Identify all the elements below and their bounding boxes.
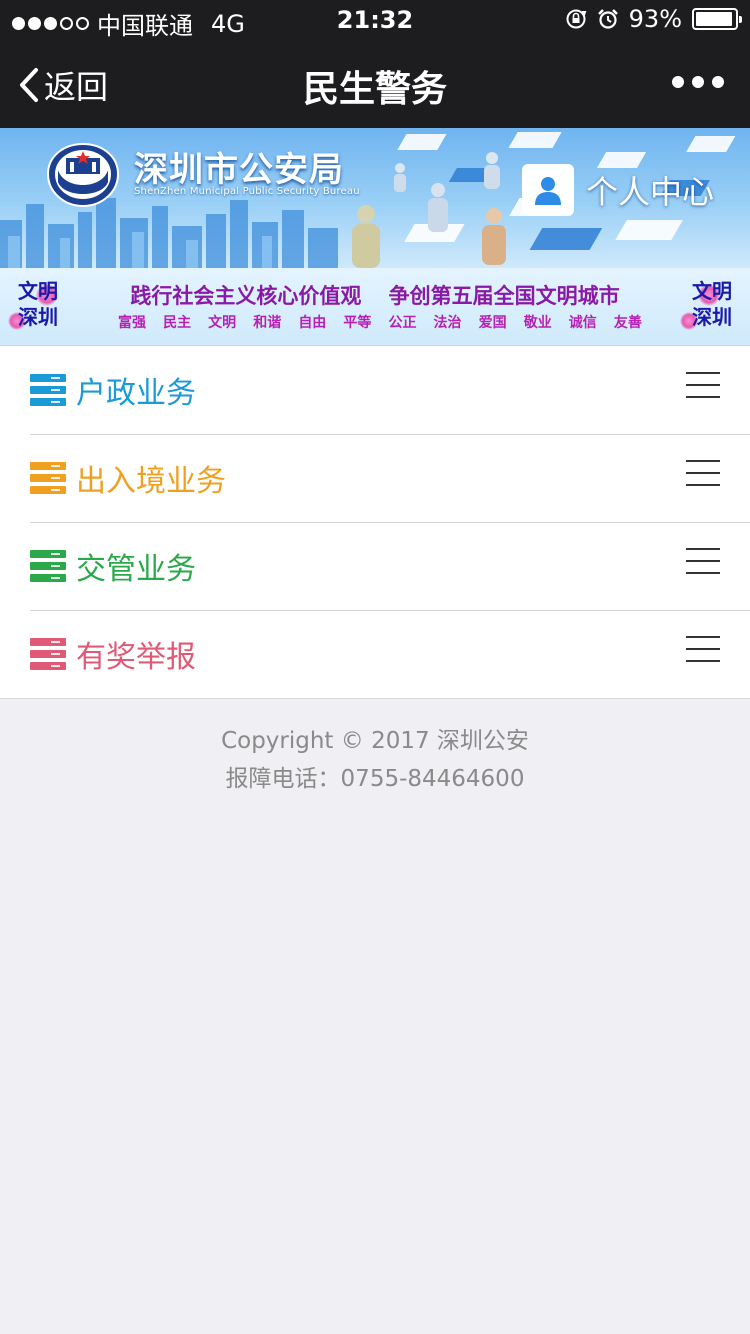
core-value: 法治: [433, 315, 462, 331]
menu-item-label: 户政业务: [76, 376, 196, 411]
slogan-main-left: 践行社会主义核心价值观: [130, 284, 362, 308]
menu-item-label: 交管业务: [76, 552, 196, 587]
slogan-banner: 文明 深圳 践行社会主义核心价值观 争创第五届全国文明城市 富强 民主 文明 和…: [0, 268, 750, 346]
core-value: 文明: [208, 315, 237, 331]
page-title: 民生警务: [302, 69, 447, 110]
user-center-label: 个人中心: [586, 173, 715, 211]
core-value: 诚信: [568, 315, 597, 331]
hamburger-menu-icon[interactable]: [686, 636, 720, 662]
hamburger-menu-icon[interactable]: [686, 548, 720, 574]
battery-icon: [692, 8, 742, 30]
battery-percent: 93%: [628, 5, 682, 33]
menu-item-label: 有奖举报: [76, 640, 196, 675]
core-value: 爱国: [478, 315, 507, 331]
menu-item-household[interactable]: 户政业务: [0, 346, 750, 434]
civilized-shenzhen-badge: 文明 深圳: [680, 278, 740, 336]
slogan-main-right: 争创第五届全国文明城市: [388, 284, 620, 308]
menu-item-report[interactable]: 有奖举报: [0, 610, 750, 698]
core-value: 富强: [118, 315, 146, 331]
police-badge-logo: [46, 142, 120, 208]
stack-icon: [30, 462, 66, 494]
nav-bar: 返回 民生警务: [0, 40, 750, 128]
slogan-main: 践行社会主义核心价值观 争创第五届全国文明城市: [0, 280, 750, 310]
header-banner: 深圳市公安局 ShenZhen Municipal Public Securit…: [0, 128, 750, 268]
org-name: 深圳市公安局: [134, 150, 344, 190]
support-phone[interactable]: 报障电话：0755-84464600: [0, 760, 750, 798]
core-value: 和谐: [253, 315, 282, 331]
stack-icon: [30, 550, 66, 582]
core-value: 友善: [613, 315, 642, 331]
more-options-icon[interactable]: [672, 76, 724, 88]
menu-item-exit-entry[interactable]: 出入境业务: [0, 434, 750, 522]
menu-item-traffic[interactable]: 交管业务: [0, 522, 750, 610]
core-value: 民主: [163, 315, 192, 331]
status-bar: 中国联通 4G 21:32 93%: [0, 0, 750, 40]
rotation-lock-icon: [566, 9, 587, 29]
hamburger-menu-icon[interactable]: [686, 372, 720, 398]
user-icon: [522, 164, 574, 216]
core-value: 敬业: [523, 315, 552, 331]
chevron-left-icon: [20, 68, 38, 102]
core-value: 平等: [343, 315, 372, 331]
service-menu: 户政业务 出入境业务 交管业务 有奖举报: [0, 346, 750, 699]
footer: Copyright © 2017 深圳公安 报障电话：0755-84464600: [0, 722, 750, 798]
back-button[interactable]: 返回: [18, 62, 108, 108]
stack-icon: [30, 374, 66, 406]
menu-item-label: 出入境业务: [76, 464, 226, 499]
civilized-shenzhen-badge: 文明 深圳: [8, 278, 66, 336]
hamburger-menu-icon[interactable]: [686, 460, 720, 486]
core-value: 公正: [388, 315, 417, 331]
org-name-english: ShenZhen Municipal Public Security Burea…: [134, 186, 360, 197]
core-value: 自由: [298, 315, 327, 331]
core-values-list: 富强 民主 文明 和谐 自由 平等 公正 法治 爱国 敬业 诚信 友善: [118, 312, 642, 332]
back-label: 返回: [44, 68, 109, 106]
user-center-button[interactable]: 个人中心: [522, 164, 714, 216]
copyright-text: Copyright © 2017 深圳公安: [221, 728, 529, 754]
stack-icon: [30, 638, 66, 670]
alarm-icon: [597, 9, 618, 29]
